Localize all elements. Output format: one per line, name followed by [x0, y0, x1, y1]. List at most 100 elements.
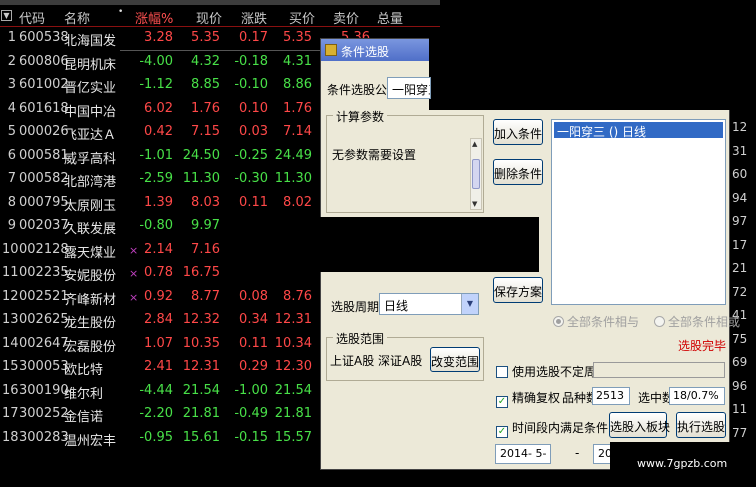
price-change: 0.08 — [239, 288, 268, 304]
variable-period-checkbox[interactable]: 使用选股不定周期 — [496, 363, 608, 380]
stock-name: 维尔利 — [64, 386, 104, 402]
header-pct[interactable]: 涨幅% — [135, 8, 173, 27]
bid-price: 12.31 — [274, 312, 312, 327]
stock-name: 宏磊股份 — [64, 339, 117, 355]
header-name[interactable]: 名称 — [64, 8, 90, 27]
scroll-up-icon[interactable]: ▲ — [472, 140, 477, 148]
stock-code: 002625 — [19, 312, 69, 327]
radio-all-and-label: 全部条件相与 — [567, 315, 640, 329]
background-cell: 97 — [732, 214, 748, 228]
condition-list[interactable]: 一阳穿三 () 日线 — [551, 119, 726, 305]
stock-name: 龙生股份 — [64, 316, 117, 331]
params-text: 无参数需要设置 — [332, 148, 417, 162]
stock-code: 000795 — [19, 194, 69, 210]
current-price: 12.32 — [182, 312, 220, 327]
change-percent: -4.00 — [139, 53, 173, 69]
row-index: 15 — [2, 359, 19, 374]
radio-dot — [654, 316, 665, 327]
header-change[interactable]: 涨跌 — [241, 8, 267, 27]
header-code[interactable]: 代码 — [19, 8, 45, 27]
select-all-checkbox[interactable]: ▼ — [1, 10, 12, 21]
range-group-title: 选股范围 — [333, 330, 388, 347]
row-index: 18 — [2, 429, 19, 445]
price-change: -1.00 — [234, 382, 268, 398]
occluded-area-2 — [319, 217, 539, 272]
radio-all-and[interactable]: 全部条件相与 — [553, 313, 639, 330]
row-index: 3 — [7, 77, 16, 92]
radio-dot — [553, 316, 564, 327]
chevron-down-icon: ▼ — [461, 294, 478, 314]
background-cell: 77 — [732, 425, 748, 440]
stock-code: 002037 — [19, 218, 69, 233]
header-sell[interactable]: 卖价 — [333, 8, 359, 27]
price-change: -0.15 — [234, 429, 268, 445]
stock-name: 齐峰新材 — [64, 292, 117, 308]
stock-code: 002128 — [19, 241, 69, 257]
selected-field: 18/0.7% — [669, 387, 725, 405]
background-cell: 17 — [732, 237, 748, 252]
save-plan-button[interactable]: 保存方案 — [493, 277, 543, 303]
checkmark-icon: ✓ — [496, 396, 508, 408]
row-index: 4 — [7, 100, 16, 116]
bid-price: 15.57 — [274, 429, 312, 445]
stock-name: 威孚高科 — [64, 151, 117, 167]
list-item[interactable]: 一阳穿三 () 日线 — [554, 122, 723, 139]
time-range-label: 时间段内满足条件 — [512, 421, 609, 435]
period-label: 选股周期: — [331, 300, 384, 314]
scroll-down-icon[interactable]: ▼ — [472, 200, 477, 208]
stock-name: 中国中冶 — [64, 104, 117, 120]
status-text: 选股完毕 — [678, 339, 727, 353]
stock-code: 300053 — [19, 359, 69, 374]
change-percent: -2.20 — [139, 406, 173, 421]
price-change: 0.03 — [239, 124, 268, 139]
change-percent: 1.39 — [144, 194, 173, 210]
stock-code: 300283 — [19, 429, 69, 445]
change-percent: -2.59 — [139, 171, 173, 186]
current-price: 24.50 — [182, 147, 220, 163]
stock-name: 太原刚玉 — [64, 198, 117, 214]
change-percent: -0.80 — [139, 218, 173, 233]
current-price: 12.31 — [182, 359, 220, 374]
current-price: 11.30 — [182, 171, 220, 186]
add-to-board-button[interactable]: 选股入板块 — [609, 412, 670, 438]
price-change: 0.29 — [239, 359, 268, 374]
scroll-thumb[interactable] — [472, 159, 480, 189]
radio-all-or[interactable]: 全部条件相或 — [654, 313, 740, 330]
bid-price: 12.30 — [274, 359, 312, 374]
current-price: 7.15 — [191, 124, 220, 139]
execute-button[interactable]: 执行选股 — [676, 412, 726, 438]
current-price: 8.77 — [191, 288, 220, 304]
occluded-area — [429, 38, 732, 110]
date-from-picker[interactable]: 2014- 5- 3 — [495, 444, 551, 464]
bid-price: 8.02 — [283, 194, 312, 210]
exact-rights-checkbox[interactable]: ✓ 精确复权 — [496, 389, 560, 408]
range-text: 上证A股 深证A股 — [330, 354, 423, 368]
stock-name: 晋亿实业 — [64, 81, 117, 96]
stock-code: 600538 — [19, 30, 69, 45]
stock-name: 久联发展 — [64, 222, 117, 237]
stock-code: 002521 — [19, 288, 69, 304]
range-group: 选股范围 上证A股 深证A股 改变范围 — [326, 330, 484, 381]
background-cell: 21 — [732, 261, 748, 275]
header-volume[interactable]: 总量 — [377, 8, 403, 27]
stock-name: 欧比特 — [64, 363, 104, 378]
stock-name: 北海国发 — [64, 34, 117, 49]
add-condition-button[interactable]: 加入条件 — [493, 119, 543, 145]
bid-price: 21.54 — [274, 382, 312, 398]
formula-select[interactable]: 一阳穿三 — [387, 77, 431, 99]
time-range-checkbox[interactable]: ✓ 时间段内满足条件 — [496, 419, 608, 438]
change-range-button[interactable]: 改变范围 — [430, 347, 480, 372]
header-buy[interactable]: 买价 — [289, 8, 315, 27]
period-select[interactable]: 日线 ▼ — [379, 293, 479, 315]
header-price[interactable]: 现价 — [196, 8, 222, 27]
change-percent: 6.02 — [144, 100, 173, 116]
price-change: -0.18 — [234, 53, 268, 69]
dialog-title-bar[interactable]: 条件选股 — [321, 39, 429, 61]
background-cell: 69 — [732, 355, 748, 369]
bid-price: 8.76 — [283, 288, 312, 304]
change-percent: -0.95 — [139, 429, 173, 445]
delete-condition-button[interactable]: 删除条件 — [493, 159, 543, 185]
checkbox-box — [496, 366, 508, 378]
stock-name: 安妮股份 — [64, 269, 117, 284]
params-scrollbar[interactable]: ▲ ▼ — [470, 138, 482, 210]
